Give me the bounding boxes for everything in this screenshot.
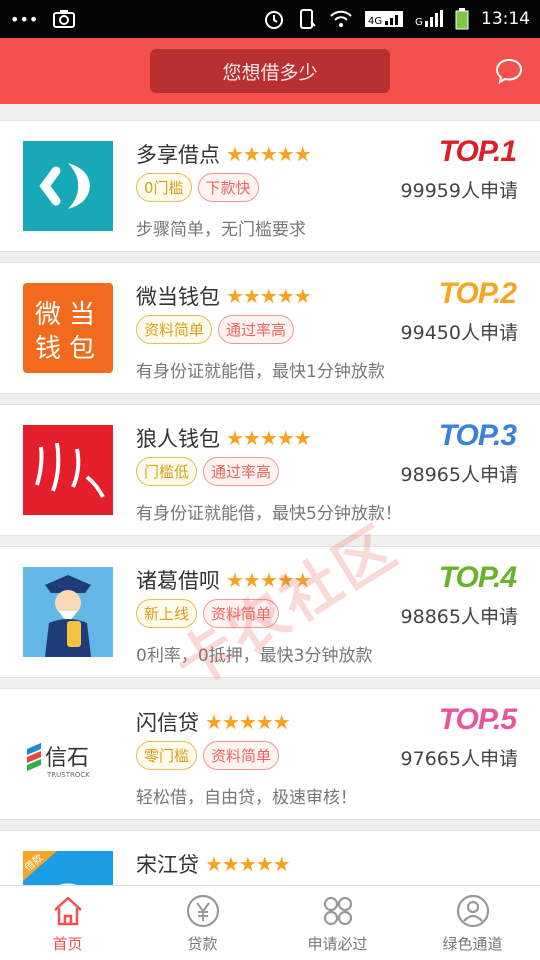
applicant-count: 97665人申请 xyxy=(400,748,518,770)
loan-card[interactable]: 借款 宋江贷 ★★★★★ xyxy=(0,830,540,886)
loan-card[interactable]: 诸葛借呗 ★★★★★ 新上线 资料简单 0利率，0抵押，最快3分钟放款 TOP.… xyxy=(0,546,540,678)
svg-text:当: 当 xyxy=(69,300,95,330)
loan-card[interactable]: 微 当 钱 包 微当钱包 ★★★★★ 资料简单 通过率高 有身份证就能借，最快1… xyxy=(0,262,540,394)
feature-tag: 资料简单 xyxy=(203,741,280,770)
clock-time: 13:14 xyxy=(481,9,530,29)
loan-card[interactable]: 多享借点 ★★★★★ 0门槛 下款快 步骤简单，无门槛要求 TOP.1 9995… xyxy=(0,120,540,252)
nav-label: 首页 xyxy=(52,934,83,953)
rating-stars: ★★★★★ xyxy=(205,852,291,876)
product-name: 诸葛借呗 xyxy=(136,569,220,593)
product-description: 有身份证就能借，最快1分钟放款 xyxy=(136,362,385,382)
nav-tab-loans[interactable]: 贷款 xyxy=(135,886,270,960)
nav-tab-home[interactable]: 首页 xyxy=(0,886,135,960)
rating-stars: ★★★★★ xyxy=(226,426,312,450)
product-description: 0利率，0抵押，最快3分钟放款 xyxy=(136,646,373,666)
rank-badge: TOP.4 xyxy=(438,561,517,594)
feature-tag: 新上线 xyxy=(136,599,198,628)
product-name: 宋江贷 xyxy=(136,853,199,877)
svg-text:钱: 钱 xyxy=(35,334,61,364)
feature-tag: 资料简单 xyxy=(203,599,280,628)
signal-icon: G xyxy=(415,9,443,29)
xinshi-logo-icon: 信石 TRUSTROCK xyxy=(23,709,113,799)
svg-text:包: 包 xyxy=(69,334,95,364)
loan-card[interactable]: 狼人钱包 ★★★★★ 门槛低 通过率高 有身份证就能借，最快5分钟放款！ TOP… xyxy=(0,404,540,536)
notification-dots: ••• xyxy=(10,9,39,29)
product-name: 微当钱包 xyxy=(136,285,220,309)
nav-label: 贷款 xyxy=(187,934,218,953)
svg-text:G: G xyxy=(415,17,423,28)
songjiang-logo-icon: 借款 xyxy=(23,851,113,886)
feature-tag: 零门槛 xyxy=(136,741,198,770)
rating-stars: ★★★★★ xyxy=(226,284,312,308)
vibrate-icon xyxy=(297,8,317,30)
user-icon xyxy=(456,894,489,927)
nav-label: 申请必过 xyxy=(307,934,368,953)
rank-badge: TOP.5 xyxy=(438,703,517,736)
product-description: 步骤简单，无门槛要求 xyxy=(136,220,306,240)
applicant-count: 99959人申请 xyxy=(400,180,518,202)
grid-icon xyxy=(323,896,352,925)
applicant-count: 98965人申请 xyxy=(400,464,518,486)
rating-stars: ★★★★★ xyxy=(205,710,291,734)
app-header: 您想借多少 xyxy=(0,38,540,104)
nav-tab-green-channel[interactable]: 绿色通道 xyxy=(405,886,540,960)
battery-icon xyxy=(455,8,469,30)
rank-badge: TOP.3 xyxy=(438,419,517,452)
chat-bubble-icon[interactable] xyxy=(494,56,524,86)
loan-amount-button[interactable]: 您想借多少 xyxy=(150,49,390,93)
rank-badge: TOP.1 xyxy=(438,135,517,168)
nav-tab-must-pass[interactable]: 申请必过 xyxy=(270,886,405,960)
svg-text:4G: 4G xyxy=(368,16,382,27)
feature-tag: 0门槛 xyxy=(136,173,192,202)
loan-product-list: 多享借点 ★★★★★ 0门槛 下款快 步骤简单，无门槛要求 TOP.1 9995… xyxy=(0,104,540,886)
product-name: 狼人钱包 xyxy=(136,427,220,451)
feature-tag: 通过率高 xyxy=(218,315,295,344)
feature-tag: 下款快 xyxy=(197,173,259,202)
logo-text: 信石 xyxy=(45,746,89,771)
yen-icon xyxy=(186,894,219,927)
applicant-count: 99450人申请 xyxy=(400,322,518,344)
product-description: 有身份证就能借，最快5分钟放款！ xyxy=(136,504,402,524)
screenshot-icon xyxy=(52,9,76,29)
rating-stars: ★★★★★ xyxy=(226,142,312,166)
feature-tag: 门槛低 xyxy=(136,457,198,486)
home-icon xyxy=(53,896,82,925)
weidang-logo-icon: 微 当 钱 包 xyxy=(23,283,113,373)
feature-tag: 通过率高 xyxy=(203,457,280,486)
feature-tag: 资料简单 xyxy=(136,315,213,344)
wifi-icon xyxy=(329,9,353,29)
status-bar: ••• 4G G 13:14 xyxy=(0,0,540,38)
signal-4g-icon: 4G xyxy=(365,9,403,29)
wolf-claw-logo-icon xyxy=(23,425,113,515)
list-top-strip xyxy=(0,104,540,120)
nav-label: 绿色通道 xyxy=(442,934,503,953)
product-name: 多享借点 xyxy=(136,143,220,167)
rating-stars: ★★★★★ xyxy=(226,568,312,592)
svg-text:微: 微 xyxy=(35,300,61,330)
applicant-count: 98865人申请 xyxy=(400,606,518,628)
logo-subtext: TRUSTROCK xyxy=(46,771,90,779)
rank-badge: TOP.2 xyxy=(438,277,517,310)
duoxiang-logo-icon xyxy=(23,141,113,231)
alarm-icon xyxy=(263,8,285,30)
bottom-navigation: 首页 贷款 申请必过 绿色通道 xyxy=(0,885,540,960)
product-description: 轻松借，自由贷，极速审核！ xyxy=(136,788,357,808)
product-name: 闪信贷 xyxy=(136,711,199,735)
zhuge-logo-icon xyxy=(23,567,113,657)
loan-card[interactable]: 信石 TRUSTROCK 闪信贷 ★★★★★ 零门槛 资料简单 轻松借，自由贷，… xyxy=(0,688,540,820)
